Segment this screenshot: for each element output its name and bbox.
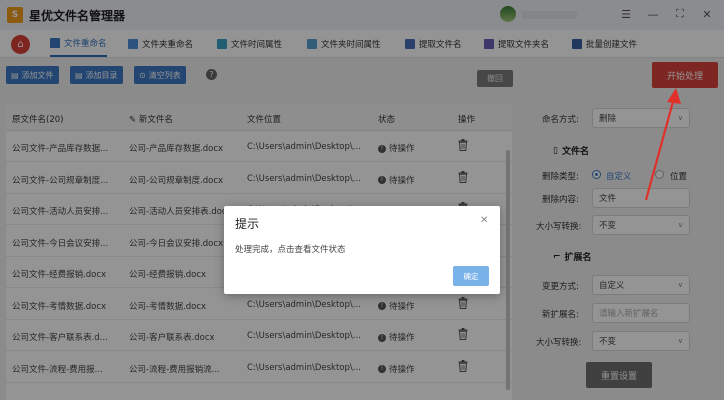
ok-button[interactable]: 确定: [453, 266, 489, 286]
dialog: 提示 ✕ 处理完成，点击查看文件状态 确定: [224, 206, 500, 294]
app-window: S 星优文件名管理器 ☰ — ⛶ ✕ ⌂ 文件重命名 文件夹重命名 文件时间属性…: [0, 0, 724, 400]
dialog-title: 提示: [235, 217, 260, 231]
modal-overlay: [0, 0, 724, 400]
close-icon[interactable]: ✕: [480, 215, 488, 226]
dialog-message: 处理完成，点击查看文件状态: [235, 245, 346, 255]
